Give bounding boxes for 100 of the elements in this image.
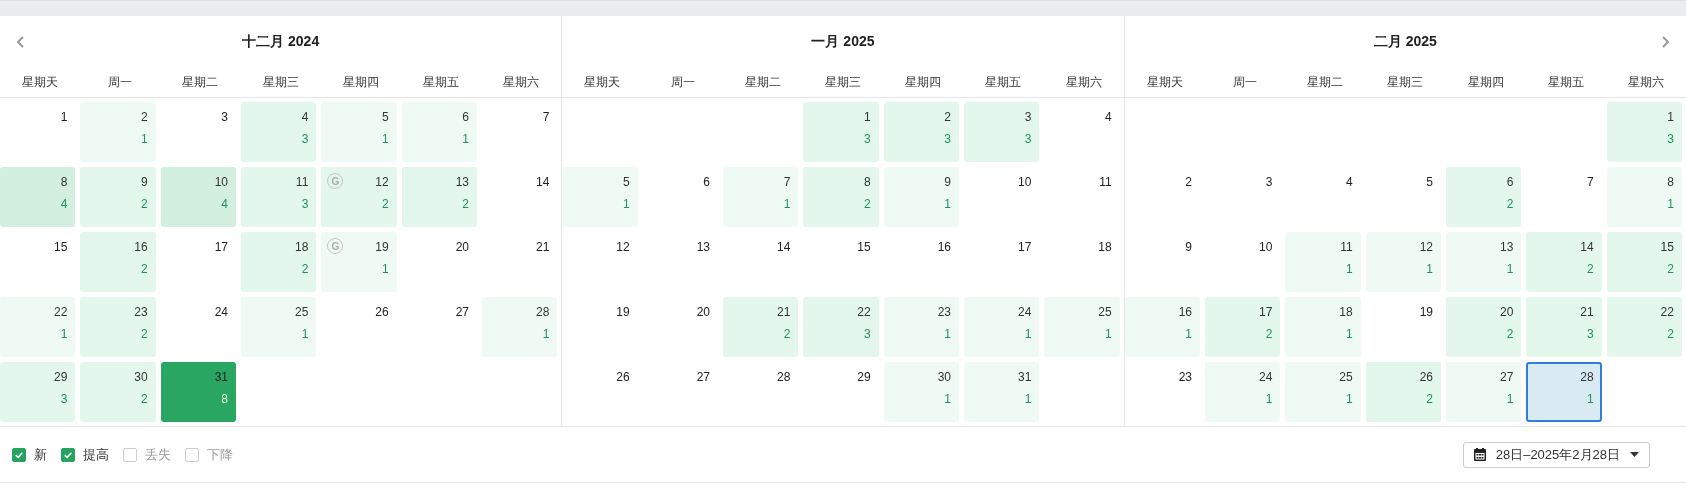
day-number: 26 (1419, 370, 1433, 384)
day-cell[interactable]: 11 1 (1285, 232, 1361, 292)
day-cell[interactable]: 25 1 (241, 297, 317, 357)
keyword-count: 1 (381, 132, 389, 146)
day-number: 24 (1017, 305, 1032, 319)
day-number: 9 (944, 175, 951, 189)
day-number: 20 (454, 239, 470, 256)
day-number: 28 (775, 369, 792, 386)
day-number: 28 (535, 305, 550, 319)
day-number: 18 (294, 240, 309, 254)
day-cell[interactable]: 26 2 (1365, 362, 1441, 422)
day-cell[interactable]: 20 2 (1446, 297, 1522, 357)
day-cell[interactable]: G 12 2 (321, 167, 397, 227)
day-cell[interactable]: 12 1 (1365, 232, 1441, 292)
day-cell[interactable]: 10 4 (160, 167, 236, 227)
day-cell[interactable]: 4 3 (241, 102, 317, 162)
checkbox[interactable] (12, 447, 26, 462)
day-cell[interactable]: 5 1 (562, 167, 638, 227)
keyword-count: 4 (221, 197, 228, 211)
keyword-count: 1 (1667, 197, 1674, 211)
day-number: 20 (1499, 305, 1514, 319)
day-number: 8 (863, 175, 871, 189)
day-number: 30 (937, 370, 951, 384)
keyword-count: 1 (1586, 392, 1594, 406)
day-cell[interactable]: 18 1 (1285, 297, 1361, 357)
day-cell[interactable]: 28 1 (1526, 362, 1602, 422)
day-cell[interactable]: 11 3 (241, 167, 317, 227)
day-cell[interactable]: 17 2 (1205, 297, 1281, 357)
day-cell[interactable]: 29 3 (0, 362, 76, 422)
keyword-count: 1 (1345, 262, 1353, 276)
day-cell[interactable]: 18 2 (241, 232, 317, 292)
keyword-count: 4 (60, 197, 68, 211)
weekday-label: 星期四 (1466, 74, 1505, 91)
day-cell[interactable]: 15 2 (1606, 232, 1682, 292)
day-cell[interactable]: 21 2 (723, 297, 799, 357)
day-number: 22 (53, 305, 68, 319)
day-number: 29 (53, 370, 68, 384)
weekday-label: 星期五 (1546, 74, 1585, 91)
keyword-count: 2 (140, 327, 148, 341)
keyword-count: 2 (462, 197, 469, 211)
day-cell[interactable]: 25 1 (1285, 362, 1361, 422)
day-cell[interactable]: 6 2 (1446, 167, 1522, 227)
day-cell[interactable]: 30 2 (80, 362, 156, 422)
day-number: 16 (1178, 305, 1192, 319)
day-cell[interactable]: 13 2 (401, 167, 477, 227)
day-number: 21 (1580, 305, 1594, 319)
day-cell[interactable]: 22 1 (0, 297, 76, 357)
day-cell[interactable]: 14 2 (1526, 232, 1602, 292)
day-cell[interactable]: 16 1 (1124, 297, 1200, 357)
day-cell[interactable]: 1 3 (1606, 102, 1682, 162)
day-cell[interactable]: 7 1 (723, 167, 799, 227)
day-cell[interactable]: 27 1 (1446, 362, 1522, 422)
day-cell[interactable]: 16 2 (80, 232, 156, 292)
weekday-label: 星期四 (341, 74, 380, 91)
day-cell[interactable]: 2 3 (883, 102, 959, 162)
day-cell[interactable]: 9 1 (883, 167, 959, 227)
checkbox-label[interactable]: 新 (34, 445, 47, 464)
day-number: 2 (1184, 174, 1193, 191)
checkbox[interactable] (123, 447, 137, 462)
keyword-count: 2 (140, 392, 148, 406)
date-range-button[interactable]: 28日–2025年2月28日 (1462, 441, 1650, 468)
day-cell[interactable]: 31 8 (160, 362, 236, 422)
day-cell[interactable]: 1 3 (803, 102, 879, 162)
day-number: 13 (695, 239, 711, 256)
checkbox[interactable] (185, 447, 199, 462)
day-number: 27 (454, 304, 470, 321)
day-cell[interactable]: 2 1 (80, 102, 156, 162)
keyword-count: 3 (1024, 132, 1032, 146)
day-cell[interactable]: 31 1 (964, 362, 1040, 422)
day-cell[interactable]: 3 3 (964, 102, 1040, 162)
day-cell[interactable]: 25 1 (1044, 297, 1120, 357)
day-cell[interactable]: G 19 1 (321, 232, 397, 292)
day-cell[interactable]: 13 1 (1446, 232, 1522, 292)
day-cell[interactable]: 9 2 (80, 167, 156, 227)
day-cell[interactable]: 8 1 (1606, 167, 1682, 227)
day-number: 4 (301, 110, 309, 124)
day-number: 7 (541, 109, 551, 126)
weekday-label: 星期三 (824, 74, 862, 91)
keyword-count: 1 (140, 132, 148, 146)
day-cell[interactable]: 5 1 (321, 102, 397, 162)
day-cell[interactable]: 23 2 (80, 297, 156, 357)
day-cell[interactable]: 21 3 (1526, 297, 1602, 357)
day-cell[interactable]: 24 1 (964, 297, 1040, 357)
keyword-count: 2 (863, 197, 871, 211)
keyword-count: 3 (301, 197, 309, 211)
day-cell[interactable]: 23 1 (883, 297, 959, 357)
checkbox-label[interactable]: 提高 (83, 445, 109, 464)
day-cell[interactable]: 30 1 (883, 362, 959, 422)
day-cell[interactable]: 24 1 (1205, 362, 1281, 422)
day-cell[interactable]: 8 4 (0, 167, 76, 227)
weekday-label: 星期天 (21, 74, 60, 91)
day-cell[interactable]: 6 1 (401, 102, 477, 162)
weekday-label: 星期三 (261, 74, 300, 91)
checkbox[interactable] (61, 447, 75, 462)
day-cell[interactable]: 8 2 (803, 167, 879, 227)
day-number: 3 (1024, 110, 1032, 124)
day-cell[interactable]: 22 3 (803, 297, 879, 357)
day-number: 20 (695, 304, 711, 321)
day-cell[interactable]: 28 1 (482, 297, 558, 357)
day-cell[interactable]: 22 2 (1606, 297, 1682, 357)
